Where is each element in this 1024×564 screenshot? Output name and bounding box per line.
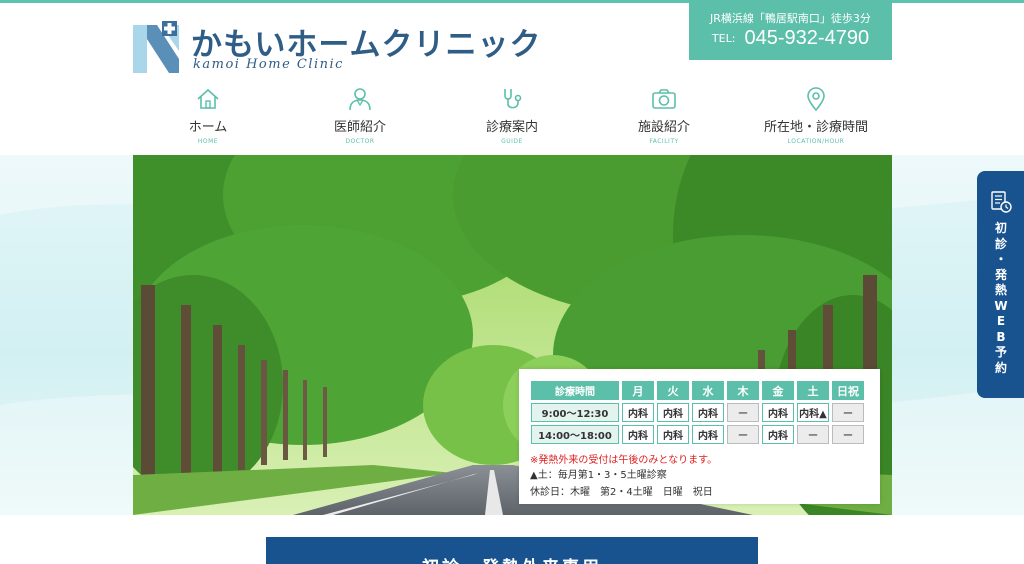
schedule-panel: 診療時間 月 火 水 木 金 土 日祝 9:00〜12:30 内科 内科 内科 … [519,369,880,504]
stethoscope-icon [504,89,522,109]
nav-label: 診療案内 [485,120,538,135]
schedule-row-morning: 9:00〜12:30 内科 内科 内科 ー 内科 内科▲ ー [531,403,864,422]
nav-item-home[interactable]: ホーム HOME [133,86,283,148]
contact-box: JR横浜線「鴨居駅南口」徒歩3分 TEL: 045-932-4790 [689,0,892,60]
fever-clinic-banner[interactable]: 初診・発熱外来専用 [266,537,758,564]
schedule-time-cell: 9:00〜12:30 [531,403,619,422]
schedule-cell-closed: ー [727,403,759,422]
access-info: JR横浜線「鴨居駅南口」徒歩3分 [710,12,871,25]
location-pin-icon [807,87,825,112]
schedule-cell: 内科 [657,425,689,444]
schedule-cell-closed: ー [832,425,864,444]
schedule-cell: 内科 [622,403,654,422]
tel-row[interactable]: TEL: 045-932-4790 [689,27,892,50]
nav-label: ホーム [188,120,228,135]
side-tab-char: 約 [994,360,1007,375]
nav-item-guide[interactable]: 診療案内 GUIDE [437,86,587,148]
logo-mark-icon [133,21,179,73]
schedule-day-header: 火 [657,381,689,400]
side-tab-char: 熱 [994,283,1007,297]
schedule-day-header: 日祝 [832,381,864,400]
web-reservation-label: 初 診 ・ 発 熱 W E B 予 約 [989,221,1013,376]
nav-sub-label: DOCTOR [345,138,375,145]
schedule-cell: 内科 [762,425,794,444]
tel-label: TEL: [711,32,736,45]
nav-item-doctor[interactable]: 医師紹介 DOCTOR [285,86,435,148]
schedule-cell: 内科▲ [797,403,829,422]
logo-subtitle: kamoi Home Clinic [193,57,344,72]
side-tab-char: 初 [994,221,1007,235]
schedule-row-afternoon: 14:00〜18:00 内科 内科 内科 ー 内科 ー ー [531,425,864,444]
fever-clinic-note: ※発熱外来の受付は午後のみとなります。 [530,455,718,466]
schedule-cell: 内科 [622,425,654,444]
schedule-day-header: 土 [797,381,829,400]
schedule-day-header: 水 [692,381,724,400]
saturday-note: ▲土：毎月第1・3・5土曜診察 [530,470,667,481]
side-tab-char: 診 [994,236,1007,251]
schedule-cell: 内科 [692,403,724,422]
web-reservation-icon [991,191,1012,213]
schedule-table: 診療時間 月 火 水 木 金 土 日祝 9:00〜12:30 内科 内科 内科 … [528,378,867,447]
nav-sub-label: HOME [197,138,219,145]
nav-label: 医師紹介 [333,120,386,135]
side-tab-char: E [996,314,1006,328]
nav-item-facility[interactable]: 施設紹介 FACILITY [589,86,739,148]
nav-sub-label: LOCATION/HOUR [787,138,845,145]
camera-icon [652,89,676,109]
clinic-logo[interactable]: かもいホームクリニック kamoi Home Clinic [133,19,540,74]
schedule-cell: 内科 [762,403,794,422]
doctor-icon [349,88,371,111]
home-icon [197,88,219,109]
schedule-day-header: 月 [622,381,654,400]
tel-number[interactable]: 045-932-4790 [745,27,870,49]
schedule-day-header: 木 [727,381,759,400]
main-nav: ホーム HOME 医師紹介 DOCTOR 診療案内 GUIDE 施設紹介 FAC… [133,86,943,148]
fever-clinic-banner-text: 初診・発熱外来専用 [266,553,758,564]
side-tab-char: ・ [994,252,1007,266]
holiday-note: 休診日：木曜 第2・4土曜 日曜 祝日 [530,487,713,498]
schedule-time-header: 診療時間 [531,381,619,400]
schedule-cell-closed: ー [832,403,864,422]
schedule-header-row: 診療時間 月 火 水 木 金 土 日祝 [531,381,864,400]
schedule-cell-closed: ー [797,425,829,444]
schedule-cell-closed: ー [727,425,759,444]
web-reservation-tab[interactable]: 初 診 ・ 発 熱 W E B 予 約 [977,171,1024,398]
nav-sub-label: FACILITY [649,138,679,145]
schedule-cell: 内科 [692,425,724,444]
nav-label: 施設紹介 [637,120,690,135]
nav-sub-label: GUIDE [501,138,523,145]
side-tab-char: B [996,329,1006,344]
side-tab-char: 発 [994,267,1007,282]
nav-label: 所在地・診療時間 [763,120,868,135]
side-tab-char: W [994,298,1008,313]
nav-item-location[interactable]: 所在地・診療時間 LOCATION/HOUR [741,86,891,148]
side-tab-char: 予 [994,345,1007,359]
schedule-day-header: 金 [762,381,794,400]
schedule-cell: 内科 [657,403,689,422]
schedule-time-cell: 14:00〜18:00 [531,425,619,444]
